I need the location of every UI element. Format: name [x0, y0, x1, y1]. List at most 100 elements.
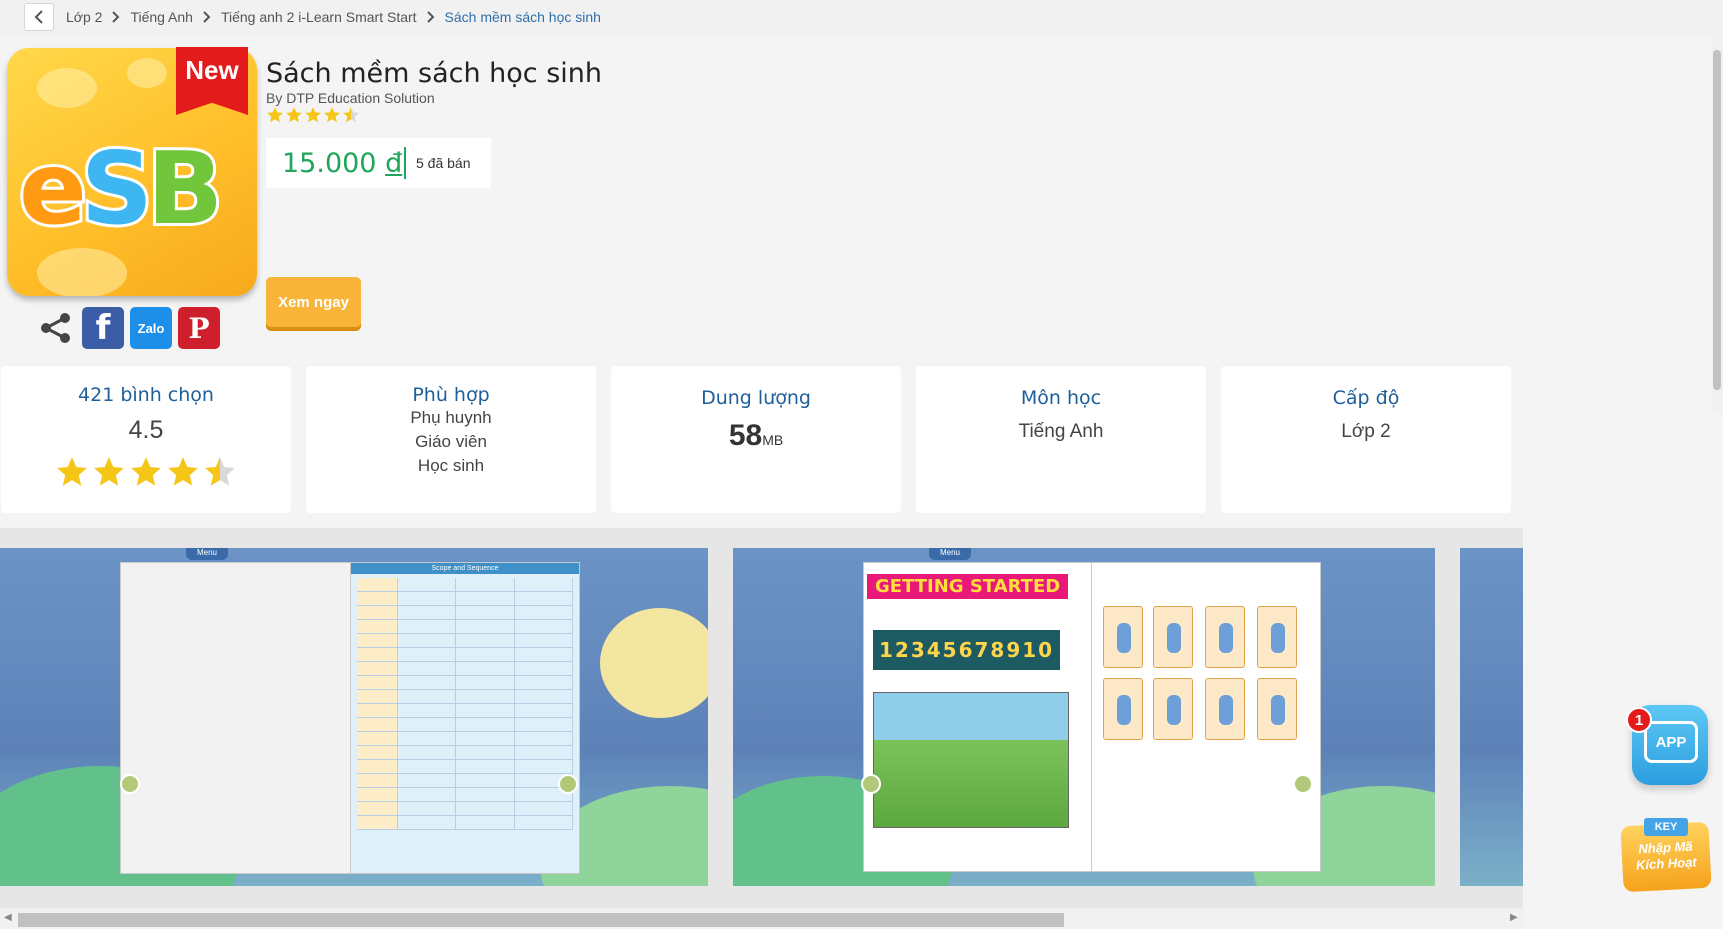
activation-label-line-1: Nhập Mã — [1638, 838, 1693, 857]
table-row — [357, 746, 573, 760]
chevron-right-icon — [112, 11, 120, 23]
table-row — [357, 690, 573, 704]
table-row — [357, 648, 573, 662]
rating-stars — [1, 455, 291, 489]
table-row — [357, 760, 573, 774]
cover-logo: eSB — [16, 127, 226, 250]
subject-title: Môn học — [1020, 387, 1102, 409]
pinterest-icon[interactable]: P — [178, 307, 220, 349]
gallery-scrollbar[interactable]: ◀ ▶ — [0, 908, 1523, 929]
prev-page-button[interactable] — [120, 774, 140, 794]
table-row — [357, 732, 573, 746]
suitable-parents: Phụ huynh — [410, 408, 492, 427]
chevron-left-icon — [34, 10, 43, 24]
chevron-right-icon — [203, 11, 211, 23]
votes-title: 421 bình chọn — [78, 384, 214, 406]
author: By DTP Education Solution — [266, 90, 435, 106]
kid-card — [1153, 606, 1193, 668]
numbers-strip: 12345678910 — [873, 630, 1061, 670]
price-value: 15.000 — [282, 147, 377, 179]
next-page-button[interactable] — [1293, 774, 1313, 794]
table-row — [357, 606, 573, 620]
breadcrumb: Lớp 2 Tiếng Anh Tiếng anh 2 i-Learn Smar… — [0, 0, 1723, 34]
star-icon — [305, 107, 321, 123]
key-tag: KEY — [1644, 818, 1688, 836]
page-scrollbar[interactable] — [1711, 34, 1723, 414]
suitable-title: Phù hợp — [412, 384, 490, 406]
screenshot-gallery[interactable]: Menu Scope and Sequence Menu GETTING STA… — [0, 528, 1523, 929]
star-icon — [94, 457, 124, 486]
kid-card — [1205, 678, 1245, 740]
suitable-students: Học sinh — [417, 456, 485, 475]
size-number: 58 — [728, 419, 763, 452]
view-now-button[interactable]: Xem ngay — [266, 277, 361, 327]
scroll-right-icon[interactable]: ▶ — [1510, 912, 1518, 923]
table-row — [357, 578, 573, 592]
scroll-left-icon[interactable]: ◀ — [4, 912, 12, 923]
next-page-button[interactable] — [558, 774, 578, 794]
star-icon — [205, 457, 235, 486]
book-page-left — [120, 562, 352, 874]
breadcrumb-item-subject[interactable]: Tiếng Anh — [130, 9, 193, 25]
book-page-right: Scope and Sequence — [350, 562, 580, 874]
size-card: Dung lượng 58MB — [611, 366, 901, 513]
kid-card — [1103, 606, 1143, 668]
scrollbar-thumb[interactable] — [18, 913, 1064, 927]
suitable-card: Phù hợp Phụ huynh Giáo viên Học sinh — [306, 366, 596, 513]
size-value: 58MB — [611, 419, 901, 453]
breadcrumb-item-current[interactable]: Sách mềm sách học sinh — [445, 9, 601, 25]
sold-count: 5 đã bán — [416, 155, 471, 171]
kid-card — [1153, 678, 1193, 740]
votes-card: 421 bình chọn 4.5 — [1, 366, 291, 513]
table-row — [357, 704, 573, 718]
table-row — [357, 634, 573, 648]
prev-page-button[interactable] — [861, 774, 881, 794]
price-box: 15.000 đ 5 đã bán — [266, 138, 491, 188]
gallery-image-3[interactable] — [1460, 548, 1523, 886]
park-illustration — [873, 692, 1069, 828]
gallery-image-1[interactable]: Menu Scope and Sequence — [0, 548, 708, 886]
table-row — [357, 662, 573, 676]
price: 15.000 đ — [266, 148, 404, 179]
breadcrumb-item-series[interactable]: Tiếng anh 2 i-Learn Smart Start — [221, 9, 417, 25]
kid-card — [1257, 678, 1297, 740]
rating-value: 4.5 — [128, 416, 164, 444]
subject-value: Tiếng Anh — [1018, 421, 1104, 442]
subject-card: Môn học Tiếng Anh — [916, 366, 1206, 513]
share-icon[interactable] — [36, 308, 76, 348]
currency: đ — [385, 147, 403, 179]
rating-stars-small — [266, 106, 360, 124]
kid-card — [1205, 606, 1245, 668]
notification-badge: 1 — [1626, 707, 1652, 733]
getting-started-title: GETTING STARTED — [867, 574, 1069, 599]
kid-card — [1257, 606, 1297, 668]
app-label: APP — [1644, 721, 1698, 763]
size-unit: MB — [762, 432, 784, 448]
star-icon — [57, 457, 87, 486]
kid-card — [1103, 678, 1143, 740]
suitable-teachers: Giáo viên — [415, 432, 487, 451]
level-value: Lớp 2 — [1341, 421, 1391, 442]
share-row: f Zalo P — [36, 307, 220, 349]
star-icon — [267, 107, 283, 123]
facebook-icon[interactable]: f — [82, 307, 124, 349]
table-row — [357, 718, 573, 732]
star-icon — [131, 457, 161, 486]
activation-key-button[interactable]: Nhập Mã Kích Hoạt KEY — [1620, 808, 1716, 894]
star-icon — [324, 107, 340, 123]
level-title: Cấp độ — [1332, 387, 1400, 409]
decoration — [600, 608, 708, 718]
cover-decoration — [37, 68, 97, 108]
zalo-icon[interactable]: Zalo — [130, 307, 172, 349]
star-icon — [286, 107, 302, 123]
table-row — [357, 774, 573, 788]
cover-decoration — [37, 248, 127, 296]
back-button[interactable] — [24, 3, 54, 31]
star-icon — [343, 107, 359, 123]
size-title: Dung lượng — [701, 387, 811, 409]
gallery-image-2[interactable]: Menu GETTING STARTED 12345678910 — [733, 548, 1435, 886]
table-row — [357, 592, 573, 606]
page-scrollbar-thumb[interactable] — [1713, 50, 1721, 390]
star-icon — [168, 457, 198, 486]
breadcrumb-item-grade[interactable]: Lớp 2 — [66, 9, 102, 25]
